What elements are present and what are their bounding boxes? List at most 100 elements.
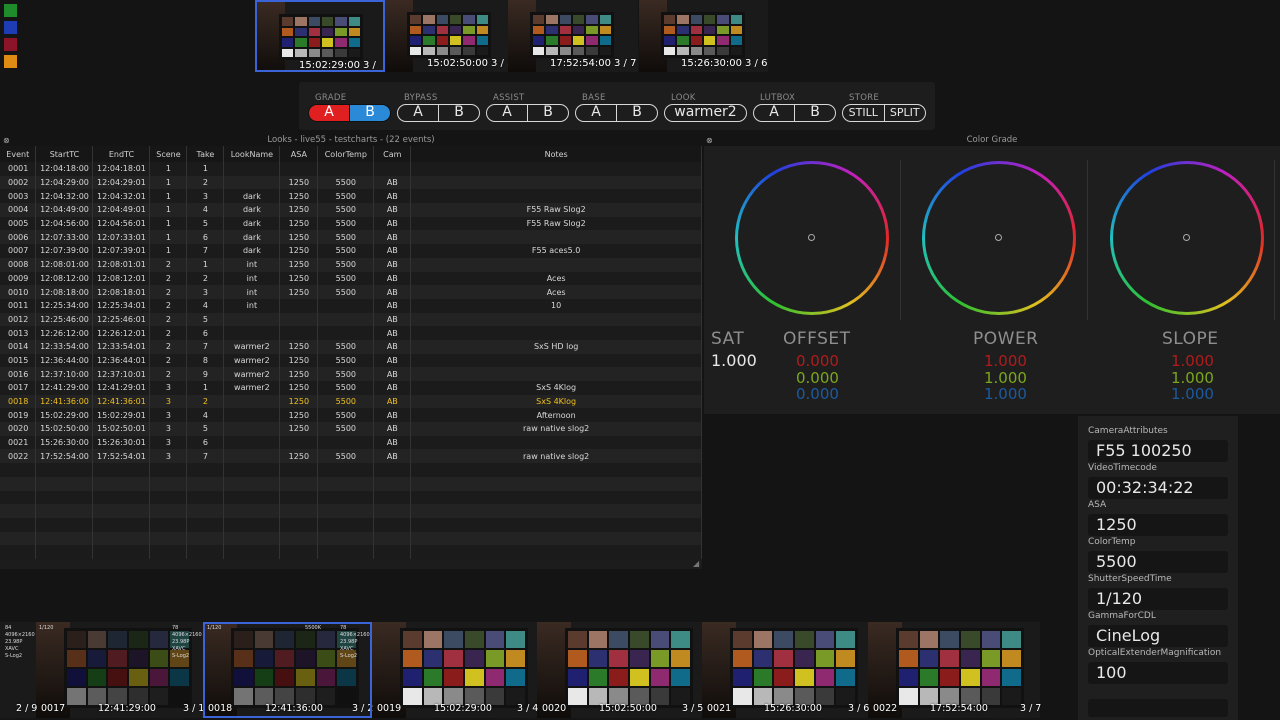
- table-cell: AB: [373, 203, 412, 217]
- swatch-green[interactable]: [4, 4, 17, 17]
- table-cell: [223, 449, 281, 464]
- top-thumbnail[interactable]: 15:02:29:003 / 4: [255, 0, 385, 72]
- table-row[interactable]: 0014 12:33:54:00 12:33:54:01 2 7 warmer2 1250 5…: [0, 339, 702, 354]
- column-header[interactable]: Cam: [373, 146, 412, 162]
- column-header[interactable]: EndTC: [92, 146, 151, 162]
- lutbox-a-button[interactable]: A: [754, 105, 794, 121]
- table-cell: AB: [373, 175, 412, 190]
- table-cell: [223, 162, 281, 176]
- column-header[interactable]: Event: [0, 146, 37, 162]
- chart-patch: [444, 650, 463, 667]
- swatch-red[interactable]: [4, 38, 17, 51]
- table-row[interactable]: [0, 463, 702, 477]
- power-r-value[interactable]: 1.000: [984, 352, 1027, 370]
- store-still-button[interactable]: STILL: [843, 105, 884, 121]
- divider: [1274, 160, 1275, 320]
- resize-handle-icon[interactable]: ◢: [693, 559, 699, 568]
- overlay-line: 78: [172, 625, 179, 631]
- table-row[interactable]: 0008 12:08:01:00 12:08:01:01 2 1 int 1250 5500 A…: [0, 257, 702, 272]
- store-label: STORE: [849, 93, 880, 103]
- base-a-button[interactable]: A: [576, 105, 616, 121]
- table-cell: [373, 490, 412, 505]
- table-row[interactable]: 0015 12:36:44:00 12:36:44:01 2 8 warmer2 1250 5…: [0, 353, 702, 368]
- assist-toggle[interactable]: A B: [486, 104, 569, 122]
- table-row[interactable]: [0, 476, 702, 491]
- grade-a-button[interactable]: A: [309, 105, 349, 121]
- look-label: LOOK: [671, 93, 696, 103]
- top-thumbnail[interactable]: 17:52:54:00 3 / 7: [508, 0, 638, 72]
- table-row[interactable]: 0013 12:26:12:00 12:26:12:01 2 6 AB: [0, 326, 702, 340]
- table-row[interactable]: 0001 12:04:18:00 12:04:18:01 1 1: [0, 162, 702, 176]
- top-thumbnail[interactable]: 15:26:30:00 3 / 6: [639, 0, 768, 72]
- table-row[interactable]: 0016 12:37:10:00 12:37:10:01 2 9 warmer2 1250 5…: [0, 367, 702, 381]
- column-header[interactable]: ASA: [279, 146, 319, 162]
- table-row[interactable]: 0002 12:04:29:00 12:04:29:01 1 2 1250 5500 AB: [0, 175, 702, 190]
- store-buttons[interactable]: STILL SPLIT: [842, 104, 926, 122]
- table-row[interactable]: [0, 545, 702, 559]
- table-cell: AB: [373, 422, 412, 436]
- table-row[interactable]: 0010 12:08:18:00 12:08:18:01 2 3 int 1250 5500 A…: [0, 285, 702, 299]
- assist-b-button[interactable]: B: [527, 105, 568, 121]
- column-header[interactable]: Notes: [410, 146, 702, 162]
- table-cell: SxS 4Klog: [410, 394, 702, 409]
- offset-wheel-handle[interactable]: [808, 234, 815, 241]
- column-header[interactable]: Take: [186, 146, 225, 162]
- table-row[interactable]: 0021 15:26:30:00 15:26:30:01 3 6 AB: [0, 435, 702, 450]
- chart-patch: [476, 46, 488, 55]
- table-cell: [223, 517, 281, 532]
- column-header[interactable]: Scene: [149, 146, 188, 162]
- swatch-blue[interactable]: [4, 21, 17, 34]
- power-wheel-handle[interactable]: [995, 234, 1002, 241]
- thumbnail-index: 3 / 4: [363, 60, 376, 71]
- slope-wheel-handle[interactable]: [1183, 234, 1190, 241]
- column-header[interactable]: ColorTemp: [317, 146, 375, 162]
- assist-a-button[interactable]: A: [487, 105, 527, 121]
- grade-toggle[interactable]: A B: [308, 104, 391, 122]
- chart-patch: [609, 669, 628, 686]
- table-row[interactable]: 0017 12:41:29:00 12:41:29:01 3 1 warmer2 1250 5…: [0, 381, 702, 395]
- table-cell: [223, 531, 281, 546]
- chart-patch: [128, 631, 148, 648]
- table-row[interactable]: [0, 531, 702, 546]
- table-row[interactable]: 0019 15:02:29:00 15:02:29:01 3 4 1250 5500 AB Af…: [0, 408, 702, 423]
- table-cell: Aces: [410, 285, 702, 299]
- store-split-button[interactable]: SPLIT: [883, 105, 926, 121]
- offset-b-value[interactable]: 0.000: [796, 385, 839, 403]
- bypass-b-button[interactable]: B: [438, 105, 479, 121]
- lutbox-b-button[interactable]: B: [794, 105, 835, 121]
- column-header[interactable]: LookName: [223, 146, 281, 162]
- base-toggle[interactable]: A B: [575, 104, 658, 122]
- table-row[interactable]: 0007 12:07:39:00 12:07:39:01 1 7 dark 1250 5500…: [0, 244, 702, 258]
- bypass-a-button[interactable]: A: [398, 105, 438, 121]
- table-row[interactable]: 0012 12:25:46:00 12:25:46:01 2 5 AB: [0, 312, 702, 327]
- top-thumbnail[interactable]: 15:02:50:00 3 / 5: [385, 0, 515, 72]
- column-header[interactable]: StartTC: [35, 146, 94, 162]
- look-value[interactable]: warmer2: [665, 105, 746, 121]
- table-row[interactable]: 0005 12:04:56:00 12:04:56:01 1 5 dark 1250 5500…: [0, 216, 702, 231]
- table-row[interactable]: 0009 12:08:12:00 12:08:12:01 2 2 int 1250 5500 A…: [0, 271, 702, 286]
- table-cell: 0013: [0, 326, 37, 340]
- table-row[interactable]: [0, 490, 702, 505]
- table-row[interactable]: [0, 517, 702, 532]
- table-cell: [410, 175, 702, 190]
- look-selector[interactable]: warmer2: [664, 104, 747, 122]
- lutbox-toggle[interactable]: A B: [753, 104, 836, 122]
- grade-b-button[interactable]: B: [349, 105, 390, 121]
- table-row[interactable]: 0020 15:02:50:00 15:02:50:01 3 5 1250 5500 AB ra…: [0, 422, 702, 436]
- bypass-toggle[interactable]: A B: [397, 104, 480, 122]
- table-row[interactable]: 0022 17:52:54:00 17:52:54:01 3 7 1250 5500 AB ra…: [0, 449, 702, 464]
- slope-r-value[interactable]: 1.000: [1171, 352, 1214, 370]
- table-row[interactable]: [0, 504, 702, 518]
- chart-patch: [436, 15, 448, 24]
- table-row[interactable]: 0003 12:04:32:00 12:04:32:01 1 3 dark 1250 5500…: [0, 189, 702, 204]
- table-row[interactable]: 0006 12:07:33:00 12:07:33:01 1 6 dark 1250 5500…: [0, 230, 702, 245]
- power-b-value[interactable]: 1.000: [984, 385, 1027, 403]
- table-row[interactable]: 0018 12:41:36:00 12:41:36:01 3 2 1250 5500 AB Sx…: [0, 394, 702, 409]
- slope-b-value[interactable]: 1.000: [1171, 385, 1214, 403]
- swatch-orange[interactable]: [4, 55, 17, 68]
- base-b-button[interactable]: B: [616, 105, 657, 121]
- table-row[interactable]: 0011 12:25:34:00 12:25:34:01 2 4 int AB 10: [0, 298, 702, 313]
- table-row[interactable]: 0004 12:04:49:00 12:04:49:01 1 4 dark 1250 5500…: [0, 203, 702, 217]
- offset-r-value[interactable]: 0.000: [796, 352, 839, 370]
- sat-value[interactable]: 1.000: [711, 351, 757, 370]
